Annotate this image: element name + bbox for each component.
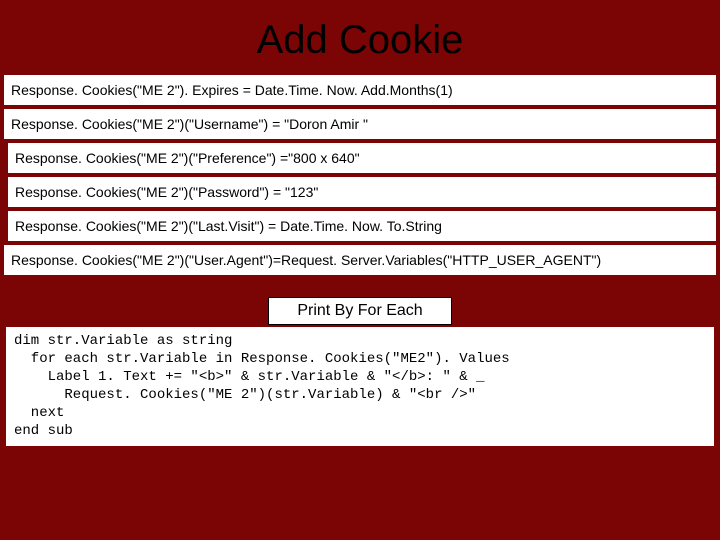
caption-wrap: Print By For Each (0, 297, 720, 325)
code-line-2: Response. Cookies("ME 2")("Username") = … (4, 109, 716, 139)
slide-title: Add Cookie (0, 0, 720, 71)
print-caption: Print By For Each (268, 297, 451, 325)
code-line-5: Response. Cookies("ME 2")("Last.Visit") … (8, 211, 716, 241)
code-line-6: Response. Cookies("ME 2")("User.Agent")=… (4, 245, 716, 275)
foreach-snippet: dim str.Variable as string for each str.… (6, 327, 714, 446)
code-line-3: Response. Cookies("ME 2")("Preference") … (8, 143, 716, 173)
slide: Add Cookie Response. Cookies("ME 2"). Ex… (0, 0, 720, 540)
code-line-4: Response. Cookies("ME 2")("Password") = … (8, 177, 716, 207)
code-line-1: Response. Cookies("ME 2"). Expires = Dat… (4, 75, 716, 105)
